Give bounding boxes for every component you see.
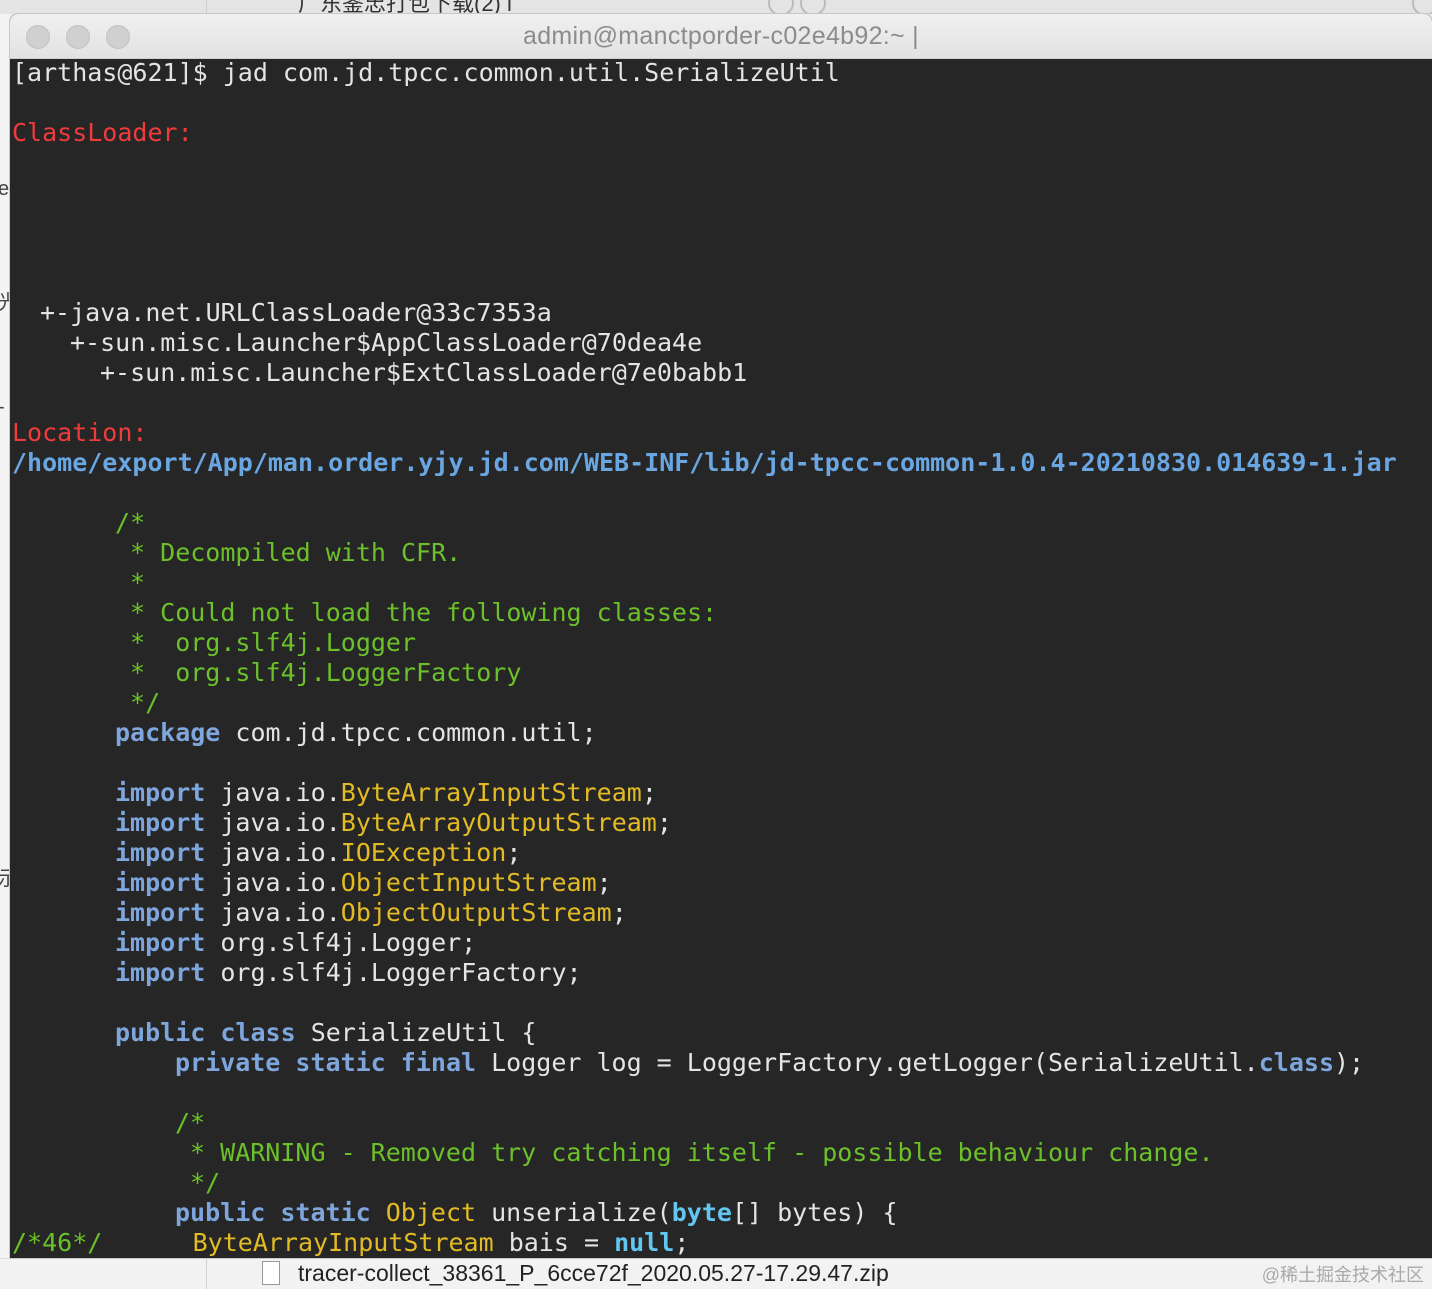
class-declaration: public class SerializeUtil { [115, 1018, 536, 1048]
method-name: unserialize( [476, 1198, 672, 1227]
import-path: java.io. [205, 898, 341, 927]
code-comment: * org.slf4j.Logger [115, 628, 417, 657]
variable-type: ByteArrayInputStream [192, 1228, 494, 1257]
classloader-entry: +-sun.misc.Launcher$AppClassLoader@70dea… [70, 328, 703, 357]
code-comment: */ [175, 1168, 221, 1197]
location-label: Location: [12, 418, 148, 447]
semicolon: ; [611, 898, 627, 927]
prompt: [arthas@621]$ [12, 58, 223, 87]
code-comment: */ [115, 688, 161, 717]
location-path: /home/export/App/man.order.yjy.jd.com/WE… [12, 448, 1397, 477]
import-path: java.io. [205, 838, 341, 867]
keyword: static [280, 1198, 371, 1227]
window-titlebar[interactable]: admin@manctporder-c02e4b92:~ | [10, 14, 1432, 59]
keyword: public [115, 1018, 206, 1047]
keyword: public [175, 1198, 266, 1227]
divider [206, 1259, 207, 1289]
background-circle-icon [1412, 0, 1432, 14]
keyword: byte [671, 1198, 732, 1227]
import-type: ByteArrayInputStream [340, 778, 642, 807]
import-type: ByteArrayOutputStream [340, 808, 657, 837]
code-comment: * org.slf4j.LoggerFactory [115, 658, 522, 687]
statement-end: ); [1334, 1048, 1365, 1077]
import-line: import java.io.ByteArrayOutputStream; [115, 808, 672, 838]
background-app-top-strip: 广东鉴忠打包下载(2) i [0, 0, 1432, 14]
import-line: import org.slf4j.LoggerFactory; [115, 958, 582, 988]
import-type: ObjectInputStream [340, 868, 597, 897]
import-type: IOException [340, 838, 507, 867]
window-title: admin@manctporder-c02e4b92:~ | [523, 22, 919, 50]
keyword: null [614, 1228, 675, 1257]
background-text-fragment: - [0, 396, 5, 419]
keyword: import [115, 838, 206, 867]
field-declaration: private static final Logger log = Logger… [175, 1048, 1364, 1078]
code-comment: /* [115, 508, 146, 537]
terminal-window[interactable]: admin@manctporder-c02e4b92:~ | [arthas@6… [10, 14, 1432, 1258]
command-line: [arthas@621]$ jad com.jd.tpcc.common.uti… [12, 58, 840, 88]
import-line: import java.io.IOException; [115, 838, 521, 868]
divider [206, 0, 207, 14]
background-app-left-strip: e 光 - 示 [0, 14, 18, 1288]
terminal-output[interactable]: [arthas@621]$ jad com.jd.tpcc.common.uti… [10, 58, 1432, 1258]
import-path: java.io. [205, 778, 341, 807]
import-type: ObjectOutputStream [340, 898, 612, 927]
keyword: class [220, 1018, 296, 1047]
class-name: SerializeUtil { [295, 1018, 537, 1047]
classloader-entry: +-java.net.URLClassLoader@33c7353a [40, 298, 552, 327]
keyword: import [115, 778, 206, 807]
import-path: org.slf4j.LoggerFactory; [205, 958, 582, 987]
import-path: java.io. [205, 808, 341, 837]
classloader-label: ClassLoader: [12, 118, 193, 147]
code-line-46: /*46*/ ByteArrayInputStream bais = null; [12, 1228, 689, 1258]
command-text: jad com.jd.tpcc.common.util.SerializeUti… [222, 58, 840, 87]
keyword: import [115, 958, 206, 987]
code-comment: /* [175, 1108, 206, 1137]
keyword: class [1258, 1048, 1334, 1077]
import-line: import java.io.ByteArrayInputStream; [115, 778, 657, 808]
keyword: final [400, 1048, 477, 1077]
keyword: package [115, 718, 221, 747]
background-circle-icon [768, 0, 794, 14]
keyword: import [115, 808, 206, 837]
background-app-bottom-strip: tracer-collect_38361_P_6cce72f_2020.05.2… [0, 1258, 1432, 1289]
zip-file-icon [262, 1261, 280, 1285]
code-comment: * Decompiled with CFR. [115, 538, 462, 567]
keyword: import [115, 898, 206, 927]
background-tab-text: 广东鉴忠打包下载(2) i [298, 0, 512, 14]
import-line: import java.io.ObjectInputStream; [115, 868, 612, 898]
package-declaration: package com.jd.tpcc.common.util; [115, 718, 597, 748]
import-path: java.io. [205, 868, 341, 897]
keyword: static [295, 1048, 386, 1077]
classloader-entry: +-sun.misc.Launcher$ExtClassLoader@7e0ba… [100, 358, 748, 387]
watermark: @稀土掘金技术社区 [1261, 1265, 1424, 1285]
method-declaration: public static Object unserialize(byte[] … [175, 1198, 898, 1228]
semicolon: ; [596, 868, 612, 897]
line-number-comment: /*46*/ [12, 1228, 103, 1257]
code-comment: * [115, 568, 146, 597]
import-path: org.slf4j.Logger; [205, 928, 477, 957]
keyword: private [175, 1048, 281, 1077]
keyword: import [115, 868, 206, 897]
package-name: com.jd.tpcc.common.util; [220, 718, 597, 747]
import-line: import java.io.ObjectOutputStream; [115, 898, 627, 928]
keyword: import [115, 928, 206, 957]
import-line: import org.slf4j.Logger; [115, 928, 476, 958]
background-filename[interactable]: tracer-collect_38361_P_6cce72f_2020.05.2… [298, 1260, 889, 1287]
semicolon: ; [506, 838, 522, 867]
code-comment: * Could not load the following classes: [115, 598, 718, 627]
background-circle-icon [800, 0, 826, 14]
field-expression: Logger log = LoggerFactory.getLogger(Ser… [476, 1048, 1259, 1077]
variable-assignment: bais = [493, 1228, 615, 1257]
code-comment: * WARNING - Removed try catching itself … [175, 1138, 1214, 1167]
semicolon: ; [641, 778, 657, 807]
method-params: [] bytes) { [731, 1198, 898, 1227]
background-text-fragment: e [0, 178, 10, 200]
return-type: Object [385, 1198, 477, 1227]
statement-end: ; [674, 1228, 690, 1257]
semicolon: ; [656, 808, 672, 837]
